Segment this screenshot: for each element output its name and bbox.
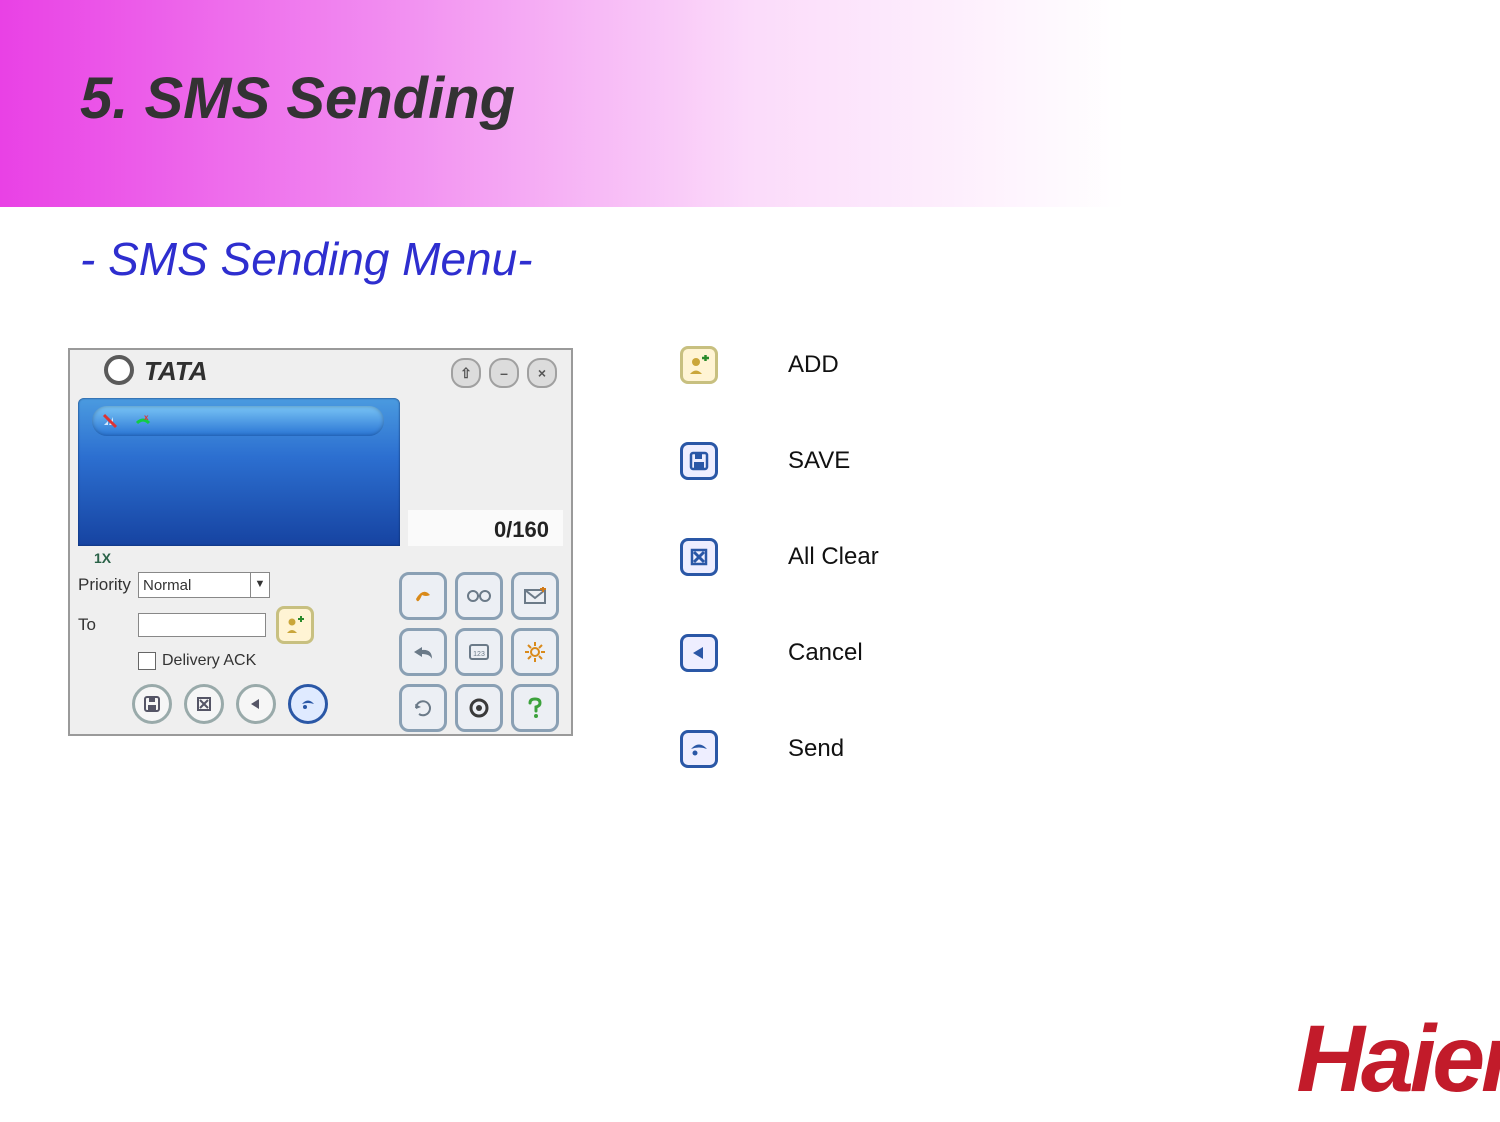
legend-label: Cancel — [788, 639, 863, 667]
mail-icon[interactable] — [511, 572, 559, 620]
legend-row-allclear: All Clear — [680, 538, 980, 576]
window-close-button[interactable]: × — [527, 358, 557, 388]
glasses-icon[interactable] — [455, 572, 503, 620]
minimize-icon: – — [500, 365, 508, 381]
refresh-icon[interactable] — [399, 684, 447, 732]
legend-label: All Clear — [788, 543, 879, 571]
save-icon — [680, 442, 718, 480]
icon-legend: ADD SAVE All Clear Cancel Send — [680, 346, 980, 826]
brand-logo-text: TATA — [144, 356, 208, 386]
to-input[interactable] — [138, 613, 266, 637]
legend-label: ADD — [788, 351, 839, 379]
svg-text:123: 123 — [473, 651, 485, 658]
keypad-icon[interactable]: 123 — [455, 628, 503, 676]
message-text-area[interactable]: x 1X — [78, 398, 400, 546]
send-icon — [680, 730, 718, 768]
to-label: To — [78, 615, 138, 635]
char-counter: 0/160 — [408, 510, 563, 546]
add-contact-icon — [680, 346, 718, 384]
legend-label: Send — [788, 735, 844, 763]
legend-row-cancel: Cancel — [680, 634, 980, 672]
brand-logo-icon — [104, 355, 134, 385]
help-icon[interactable] — [511, 684, 559, 732]
all-clear-icon — [680, 538, 718, 576]
delivery-ack-checkbox[interactable] — [138, 652, 156, 670]
window-controls: ⇧ – × — [451, 358, 557, 388]
compose-form: Priority Normal ▼ To Delivery ACK — [78, 572, 400, 670]
close-icon: × — [538, 365, 546, 381]
pin-icon: ⇧ — [460, 365, 472, 382]
no-signal-icon — [102, 411, 122, 431]
legend-row-save: SAVE — [680, 442, 980, 480]
signal-mode-label: 1X — [94, 550, 111, 566]
legend-row-send: Send — [680, 730, 980, 768]
brand-logo: TATA — [104, 356, 208, 388]
home-icon[interactable] — [455, 684, 503, 732]
compose-action-row — [132, 684, 328, 724]
reply-icon[interactable] — [399, 628, 447, 676]
priority-select[interactable]: Normal ▼ — [138, 572, 270, 598]
settings-icon[interactable] — [511, 628, 559, 676]
cancel-button[interactable] — [236, 684, 276, 724]
cancel-icon — [680, 634, 718, 672]
page-title: 5. SMS Sending — [80, 65, 515, 132]
window-pin-button[interactable]: ⇧ — [451, 358, 481, 388]
chevron-down-icon: ▼ — [250, 573, 269, 597]
page-subtitle: - SMS Sending Menu- — [80, 232, 533, 286]
add-recipient-button[interactable] — [276, 606, 314, 644]
legend-label: SAVE — [788, 447, 850, 475]
launcher-grid: 123 — [399, 572, 563, 732]
message-tab-bar: x — [92, 406, 384, 436]
phone-off-icon: x — [134, 411, 154, 431]
window-min-button[interactable]: – — [489, 358, 519, 388]
all-clear-button[interactable] — [184, 684, 224, 724]
legend-row-add: ADD — [680, 346, 980, 384]
svg-text:x: x — [144, 413, 149, 422]
save-button[interactable] — [132, 684, 172, 724]
browser-icon[interactable] — [399, 572, 447, 620]
app-titlebar: TATA ⇧ – × — [70, 350, 571, 398]
sms-app-window: TATA ⇧ – × x 1X 0/160 Priority Normal ▼ — [68, 348, 573, 736]
send-button[interactable] — [288, 684, 328, 724]
priority-selected-value: Normal — [143, 577, 191, 594]
delivery-ack-label: Delivery ACK — [162, 652, 256, 670]
priority-label: Priority — [78, 575, 138, 595]
footer-brand-logo: Haier — [1296, 1005, 1500, 1114]
